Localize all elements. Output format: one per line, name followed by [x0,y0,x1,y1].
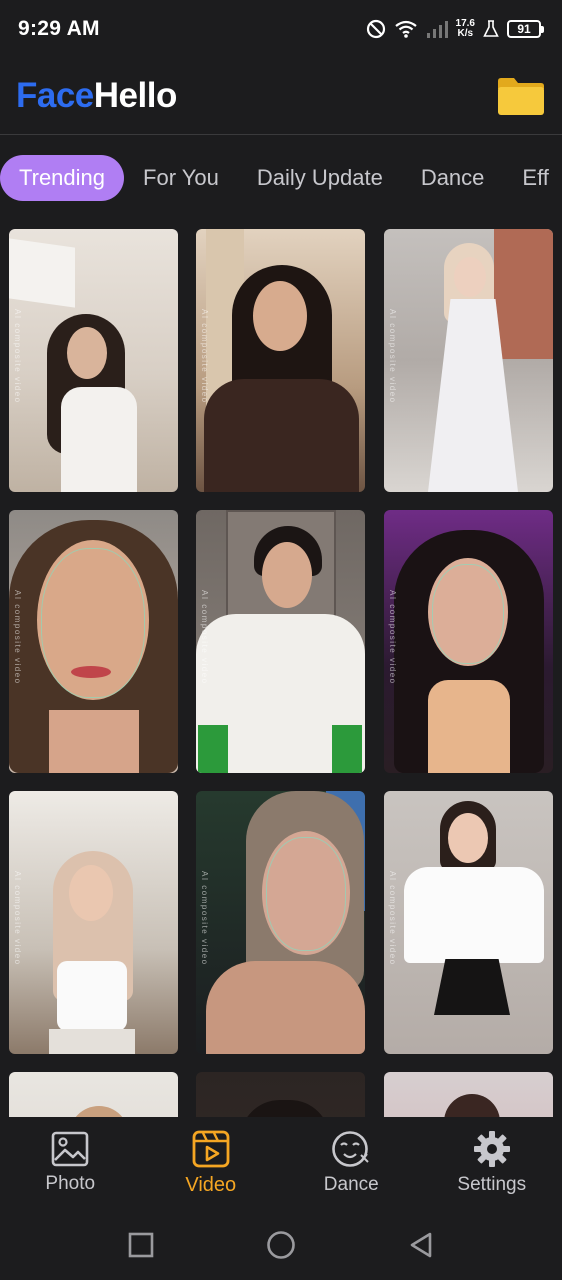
thumbnail-sleeve [332,725,362,773]
ai-watermark: AI composite video [13,590,22,685]
thumbnail-face [454,257,486,297]
video-thumbnail[interactable]: AI composite video [384,229,553,492]
speed-unit: K/s [457,28,474,39]
thumbnail-body [61,387,137,492]
battery-tip [541,25,544,33]
nav-dance-label: Dance [323,1174,379,1195]
ai-watermark: AI composite video [13,871,22,966]
thumbnail-lips [71,666,111,678]
video-thumbnail[interactable] [384,1072,553,1119]
network-speed: 17.6 K/s [456,19,475,39]
video-thumbnail[interactable]: AI composite video [384,791,553,1054]
home-icon[interactable] [266,1230,296,1260]
recents-icon[interactable] [128,1232,154,1258]
nav-video-label: Video [185,1173,237,1196]
thumbnail-pants [49,1029,135,1054]
status-icons: 17.6 K/s 91 [366,19,544,39]
tab-dance[interactable]: Dance [402,155,504,201]
nav-video[interactable]: Video [141,1117,282,1209]
video-thumbnail[interactable]: AI composite video [196,229,365,492]
video-thumbnail[interactable] [196,1072,365,1119]
battery-indicator: 91 [507,20,544,38]
thumbnail-wall [494,229,553,359]
thumbnail-ac-unit [9,238,75,308]
thumbnail-sleeve [198,725,228,773]
video-thumbnail[interactable]: AI composite video [196,791,365,1054]
app-logo: FaceHello [16,76,177,116]
thumbnail-face [448,813,488,863]
video-thumbnail[interactable]: AI composite video [384,510,553,773]
video-thumbnail[interactable]: AI composite video [9,229,178,492]
back-icon[interactable] [408,1231,434,1259]
ai-watermark: AI composite video [388,871,397,966]
ai-watermark: AI composite video [388,309,397,404]
tab-effects[interactable]: Eff [503,155,562,201]
thumbnail-face [262,542,312,608]
ai-watermark: AI composite video [13,309,22,404]
ai-watermark: AI composite video [200,590,209,685]
gear-icon [473,1131,510,1167]
thumbnail-top [57,961,127,1031]
category-tabs: Trending For You Daily Update Dance Eff [0,150,562,206]
video-icon [192,1130,230,1167]
folder-button[interactable] [496,75,546,117]
app-header: FaceHello [0,58,562,135]
status-bar: 9:29 AM 17.6 K/s 91 [0,0,562,58]
nav-dance[interactable]: Dance [281,1117,422,1209]
tab-for-you[interactable]: For You [124,155,238,201]
thumbnail-face [253,281,307,351]
thumbnail-shoulders [206,961,365,1054]
battery-level: 91 [507,20,541,38]
thumbnail-blouse [404,867,544,963]
dnd-icon [366,19,385,39]
thumbnail-body [204,379,359,492]
tab-trending[interactable]: Trending [0,155,125,201]
video-thumbnail[interactable]: AI composite video [196,510,365,773]
ai-watermark: AI composite video [200,309,209,404]
bottom-nav: Photo Video Dance Settings [0,1117,562,1209]
ai-watermark: AI composite video [200,871,209,966]
thumbnail-top [428,680,510,773]
image-icon [51,1131,89,1167]
face-mesh-overlay [266,837,346,951]
nav-photo-label: Photo [45,1173,96,1194]
flask-icon [483,20,499,37]
logo-hello: Hello [93,76,178,115]
folder-icon [498,78,544,115]
logo-face: Face [16,76,94,115]
tab-daily-update[interactable]: Daily Update [238,155,402,201]
thumbnail-face [69,865,113,921]
dance-face-icon [332,1131,369,1167]
video-thumbnail[interactable]: AI composite video [9,791,178,1054]
thumbnail-face [67,327,107,379]
thumbnail-skirt [434,959,510,1015]
ai-watermark: AI composite video [388,590,397,685]
nav-photo[interactable]: Photo [0,1117,141,1209]
nav-settings[interactable]: Settings [422,1117,562,1209]
face-mesh-overlay [432,564,504,664]
video-thumbnail[interactable] [9,1072,178,1119]
thumbnail-hair [444,1094,500,1119]
video-thumbnail[interactable]: AI composite video [9,510,178,773]
video-grid: AI composite video AI composite video AI… [9,229,553,1119]
signal-icon [426,21,448,38]
thumbnail-neck [49,710,139,773]
status-time: 9:29 AM [18,17,100,40]
nav-settings-label: Settings [457,1174,527,1195]
wifi-icon [394,20,417,38]
system-nav-bar [0,1209,562,1280]
